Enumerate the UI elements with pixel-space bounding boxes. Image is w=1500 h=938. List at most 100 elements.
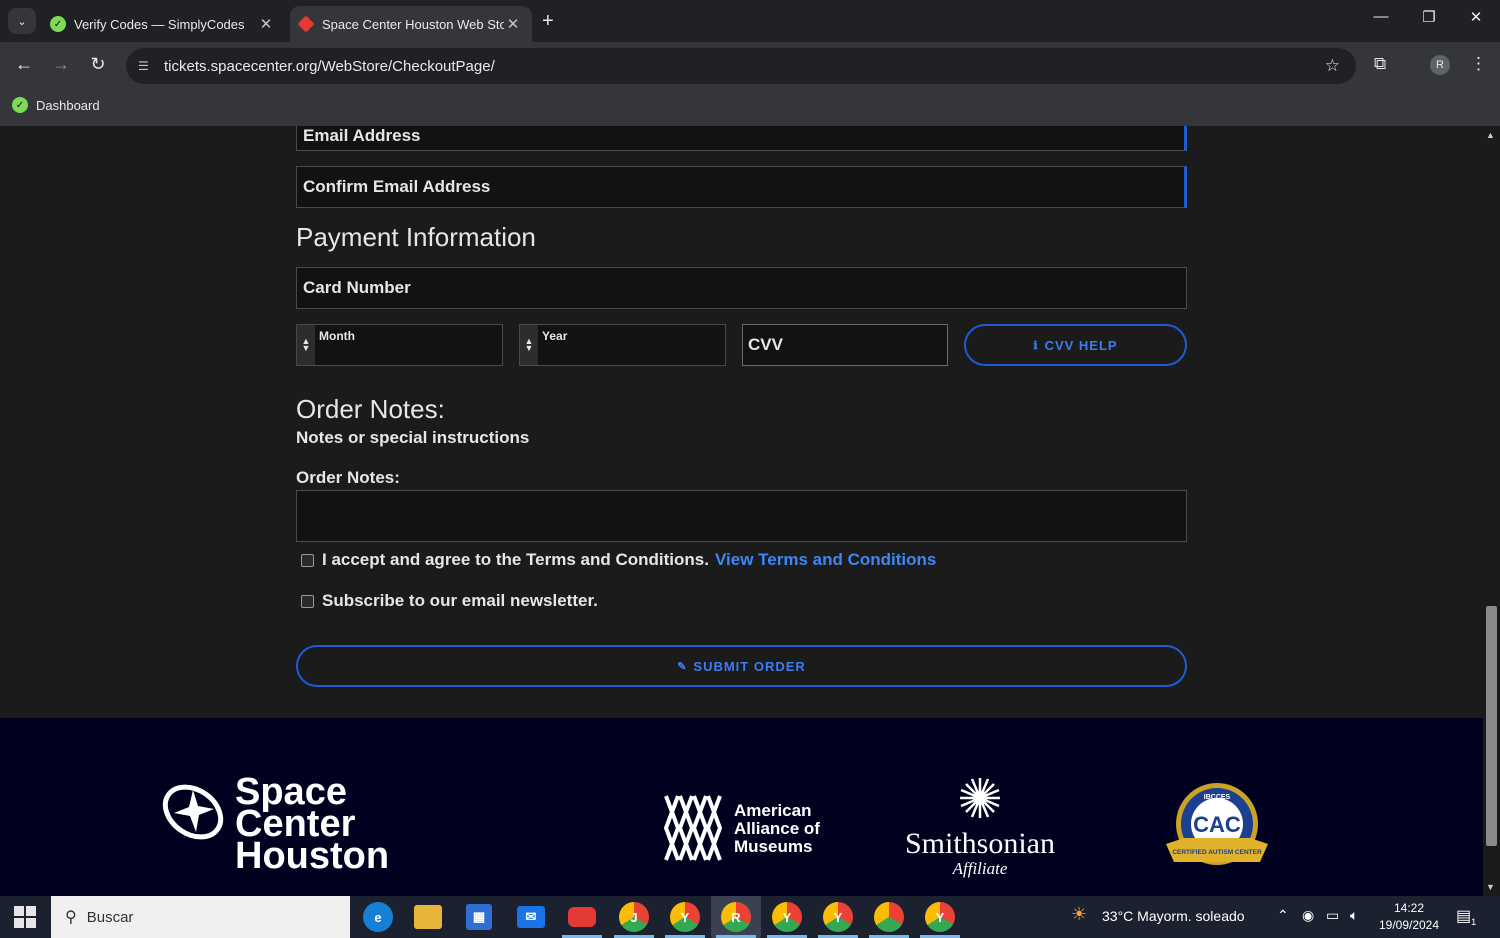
new-tab-icon[interactable]: + [542,10,554,33]
chevron-up-icon[interactable]: ⌃ [1277,907,1289,924]
scroll-up-icon[interactable]: ▲ [1486,130,1495,140]
scroll-down-icon[interactable]: ▼ [1486,882,1495,892]
page-scrollbar[interactable]: ▲ ▼ [1483,126,1500,896]
bookmarks-bar: ✓ Dashboard [0,90,1500,126]
sunburst-icon [960,778,1000,818]
simplycodes-icon: ✓ [50,16,66,32]
chrome-profile-r-icon: R [721,902,751,932]
reload-icon[interactable]: ↻ [86,54,110,75]
weather-icon[interactable]: ☀ [1071,904,1087,925]
chrome-profile-r-active[interactable]: R [711,896,761,938]
chrome-profile-y3-icon[interactable]: Y [823,902,853,932]
menu-icon[interactable]: ⋮ [1470,54,1487,74]
back-icon[interactable]: ← [12,54,36,75]
mail-icon[interactable]: ✉ [517,906,545,928]
terms-checkbox[interactable] [301,553,314,567]
submit-order-button[interactable]: ✎ SUBMIT ORDER [296,645,1187,687]
browser-toolbar: ← → ↻ ☰ tickets.spacecenter.org/WebStore… [0,42,1500,90]
bookmark-star-icon[interactable]: ☆ [1325,56,1340,76]
taskbar-search[interactable]: ⚲ Buscar [51,896,350,938]
order-notes-heading: Order Notes: [296,394,445,424]
tab-bar: ⌄ ✓ Verify Codes — SimplyCodes ✕ Space C… [0,0,1500,42]
newsletter-label: Subscribe to our email newsletter. [322,591,598,610]
profile-avatar[interactable]: R [1430,55,1450,75]
date: 19/09/2024 [1378,918,1440,932]
notification-icon[interactable]: ▤1 [1456,906,1476,927]
close-window-icon[interactable]: ✕ [1461,8,1491,26]
sch-line-3: Houston [235,835,390,877]
search-placeholder: Buscar [86,908,134,926]
order-notes-textarea[interactable] [296,490,1187,542]
url-text[interactable]: tickets.spacecenter.org/WebStore/Checkou… [164,58,495,75]
select-arrows-icon: ▲ ▼ [520,325,538,365]
tab-space-center[interactable]: Space Center Houston Web Sto ✕ [290,6,532,42]
restore-icon[interactable]: ❐ [1414,8,1444,26]
cac-text: CAC [1193,812,1241,837]
cac-ribbon-text: CERTIFIED AUTISM CENTER [1172,849,1262,856]
submit-order-label: SUBMIT ORDER [693,658,806,674]
month-label: Month [319,329,355,343]
order-notes-label: Order Notes: [296,468,400,487]
newsletter-checkbox[interactable] [301,594,314,608]
confirm-email-placeholder: Confirm Email Address [303,177,491,196]
address-bar[interactable]: ☰ tickets.spacecenter.org/WebStore/Check… [126,48,1356,84]
time: 14:22 [1393,901,1425,915]
cac-badge[interactable]: CAC IBCCES CERTIFIED AUTISM CENTER [1164,782,1270,877]
cvv-placeholder: CVV [748,335,783,354]
chrome-profile-j-icon[interactable]: J [619,902,649,932]
clock[interactable]: 14:22 19/09/2024 [1376,900,1442,934]
month-select[interactable]: ▲ ▼ Month [296,324,503,366]
aam-logo[interactable]: American Alliance of Museums [663,792,820,869]
windows-taskbar: ⚲ Buscar e ▦ ✉ J Y R Y Y Y ☀ 33°C Mayorm… [0,896,1500,938]
newsletter-row: Subscribe to our email newsletter. [301,591,598,611]
aam-line-3: Museums [734,837,813,856]
space-center-houston-logo[interactable]: Space Center Houston [158,773,389,875]
app-icon[interactable] [568,907,596,927]
site-info-icon[interactable]: ☰ [138,59,154,73]
payment-heading: Payment Information [296,222,536,252]
chrome-profile-y4-icon[interactable]: Y [925,902,955,932]
aam-mark-icon [663,795,723,861]
card-number-field[interactable]: Card Number [296,267,1187,309]
network-icon[interactable]: ▭ [1326,907,1339,924]
close-icon[interactable]: ✕ [257,15,275,33]
simplycodes-icon: ✓ [12,97,28,113]
chrome-profile-y2-icon[interactable]: Y [772,902,802,932]
cac-badge-icon: CAC IBCCES CERTIFIED AUTISM CENTER [1166,783,1268,865]
tab-title: Verify Codes — SimplyCodes [74,16,245,32]
email-field[interactable]: Email Address [296,126,1187,151]
minimize-icon[interactable]: — [1366,8,1396,25]
forward-icon[interactable]: → [49,54,73,75]
windows-start-icon[interactable] [14,906,36,928]
terms-row: I accept and agree to the Terms and Cond… [301,550,936,570]
notification-count: 1 [1471,917,1477,928]
meet-icon[interactable]: ◉ [1302,907,1314,924]
tab-search-button[interactable]: ⌄ [8,8,36,34]
chrome-icon[interactable] [874,902,904,932]
year-select[interactable]: ▲ ▼ Year [519,324,726,366]
checkout-page: Email Address Confirm Email Address Paym… [0,126,1483,896]
smithsonian-logo[interactable]: Smithsonian Affiliate [898,776,1062,879]
aam-line-1: American [734,801,812,820]
cvv-help-button[interactable]: ℹ CVV HELP [964,324,1187,366]
aam-line-2: Alliance of [734,819,820,838]
weather-text[interactable]: 33°C Mayorm. soleado [1102,908,1245,924]
extensions-icon[interactable]: ⧉ [1374,54,1386,74]
smithsonian-affiliate: Affiliate [952,859,1008,878]
year-label: Year [542,329,568,343]
cvv-field[interactable]: CVV [742,324,948,366]
bookmark-label: Dashboard [36,97,100,113]
volume-icon[interactable]: 🔈︎ [1350,907,1358,924]
tab-simplycodes[interactable]: ✓ Verify Codes — SimplyCodes ✕ [40,6,285,42]
edge-icon[interactable]: e [363,902,393,932]
smithsonian-name: Smithsonian [904,827,1055,860]
chrome-profile-y-icon[interactable]: Y [670,902,700,932]
bookmark-dashboard[interactable]: ✓ Dashboard [12,97,100,113]
ticket-icon [297,15,315,33]
file-explorer-icon[interactable] [414,905,442,929]
store-icon[interactable]: ▦ [466,904,492,930]
scroll-thumb[interactable] [1486,606,1497,846]
close-icon[interactable]: ✕ [504,15,522,33]
confirm-email-field[interactable]: Confirm Email Address [296,166,1187,208]
view-terms-link[interactable]: View Terms and Conditions [715,550,936,570]
